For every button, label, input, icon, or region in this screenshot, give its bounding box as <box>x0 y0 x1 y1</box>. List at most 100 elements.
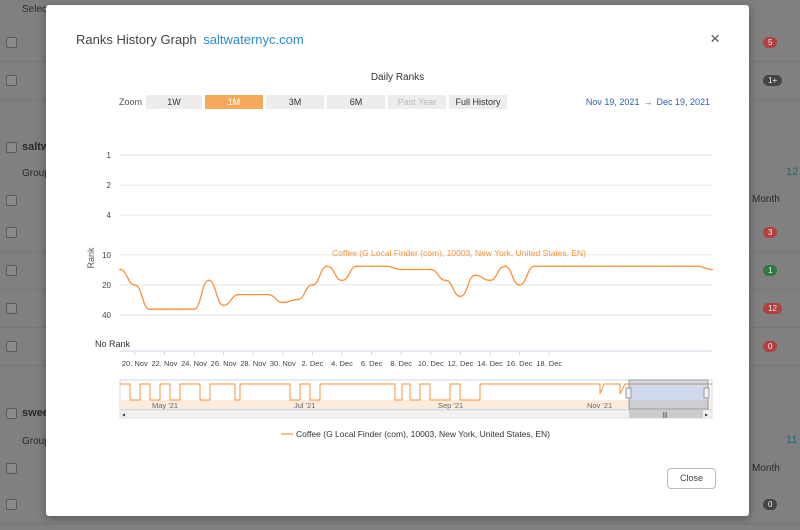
navigator-label: May '21 <box>152 401 178 410</box>
x-tick-label: 28. Nov <box>240 359 266 368</box>
navigator-label: Sep '21 <box>438 401 463 410</box>
bg-month-label: Month <box>752 194 780 205</box>
bg-badge: 1+ <box>763 75 783 86</box>
zoom-1m-button[interactable]: 1M <box>205 95 263 109</box>
arrow-right-icon: → <box>643 97 653 107</box>
zoom-6m-button[interactable]: 6M <box>327 95 385 109</box>
data-point <box>222 304 225 307</box>
range-start-date[interactable]: Nov 19, 2021 <box>586 97 640 107</box>
bg-group-count: 12 <box>786 166 799 178</box>
data-point <box>474 274 477 277</box>
data-point <box>311 284 314 286</box>
y-tick-label: 4 <box>107 211 112 220</box>
zoom-1w-button[interactable]: 1W <box>146 95 202 109</box>
zoom-3m-button[interactable]: 3M <box>266 95 324 109</box>
x-tick-label: 30. Nov <box>270 359 296 368</box>
data-point <box>577 265 580 268</box>
bg-checkbox[interactable] <box>6 75 17 86</box>
x-tick-label: 26. Nov <box>211 359 237 368</box>
data-point <box>681 265 684 268</box>
data-point <box>503 265 506 268</box>
navigator-handle-right <box>703 387 710 399</box>
rank-chart: 1 2 4 10 20 40 Rank No Rank 20. Nov 22. Nov 24.… <box>86 151 713 439</box>
data-point <box>459 295 462 298</box>
chart-title: Daily Ranks <box>370 72 425 83</box>
data-point <box>622 265 625 268</box>
bg-select-label: Selec <box>22 4 48 15</box>
bg-checkbox[interactable] <box>6 195 17 206</box>
x-tick-label: 2. Dec <box>302 359 324 368</box>
modal-title: Ranks History Graph saltwaternyc.com <box>76 32 304 47</box>
data-point <box>237 293 240 296</box>
data-point <box>267 293 269 296</box>
bg-badge: 0 <box>763 341 778 352</box>
bg-checkbox[interactable] <box>6 142 17 153</box>
close-icon[interactable]: × <box>710 30 720 47</box>
data-point <box>429 268 432 271</box>
scroll-right-arrow-icon: ▸ <box>705 413 708 419</box>
no-rank-label: No Rank <box>95 339 131 349</box>
zoom-full-history-button[interactable]: Full History <box>449 95 507 109</box>
navigator-label: Jul '21 <box>294 401 315 410</box>
bg-group-name: swee <box>22 407 49 419</box>
data-point <box>666 265 669 268</box>
series-group: Coffee (G Local Finder (com), 10003, New… <box>119 248 713 311</box>
data-point <box>518 284 521 286</box>
bg-checkbox[interactable] <box>6 37 17 48</box>
bg-checkbox[interactable] <box>6 265 17 276</box>
bg-checkbox[interactable] <box>6 227 17 238</box>
data-point <box>341 279 343 282</box>
data-point <box>207 279 210 282</box>
series-line <box>119 265 713 310</box>
data-point <box>193 308 195 311</box>
y-axis-label: Rank <box>86 247 96 269</box>
data-point <box>163 308 166 311</box>
data-point <box>444 279 447 282</box>
data-point <box>548 265 551 268</box>
data-point <box>133 284 136 286</box>
range-end-date[interactable]: Dec 19, 2021 <box>656 97 710 107</box>
navigator-scroll-grip: ||| <box>663 413 668 419</box>
bg-badge: 12 <box>763 303 782 314</box>
bg-badge: 1 <box>763 265 778 276</box>
x-tick-label: 22. Nov <box>151 359 177 368</box>
bg-badge: 5 <box>763 37 778 48</box>
x-tick-label: 18. Dec <box>536 359 562 368</box>
data-point <box>533 265 536 268</box>
data-point <box>696 265 699 268</box>
close-button[interactable]: Close <box>667 468 716 489</box>
scroll-left-arrow-icon: ◂ <box>122 413 125 419</box>
data-point <box>326 265 329 268</box>
bg-checkbox[interactable] <box>6 303 17 314</box>
modal-title-text: Ranks History Graph <box>76 32 197 47</box>
data-point <box>370 265 373 268</box>
legend-item-label[interactable]: Coffee (G Local Finder (com), 10003, New… <box>296 429 550 439</box>
bg-month-label: Month <box>752 463 780 474</box>
legend[interactable]: Coffee (G Local Finder (com), 10003, New… <box>281 429 550 439</box>
bg-checkbox[interactable] <box>6 408 17 419</box>
bg-checkbox[interactable] <box>6 463 17 474</box>
data-point <box>563 265 565 268</box>
navigator-label: Nov '21 <box>587 401 612 410</box>
bg-checkbox[interactable] <box>6 499 17 510</box>
y-tick-label: 40 <box>102 311 111 320</box>
data-point <box>637 265 639 268</box>
data-point <box>415 268 417 271</box>
navigator-scrollbar <box>119 409 713 419</box>
zoom-past-year-button[interactable]: Past Year <box>388 95 446 109</box>
x-tick-label: 16. Dec <box>507 359 533 368</box>
data-point <box>651 265 654 268</box>
bg-checkbox[interactable] <box>6 341 17 352</box>
bg-group-count: 11 <box>786 434 798 446</box>
y-tick-label: 2 <box>107 181 112 190</box>
x-tick-label: 4. Dec <box>331 359 353 368</box>
data-point <box>489 279 491 282</box>
navigator-handle-left <box>625 387 632 399</box>
date-range: Nov 19, 2021 → Dec 19, 2021 <box>586 97 710 107</box>
y-axis-ticks: 1 2 4 10 20 40 <box>102 151 111 320</box>
data-point <box>592 265 595 268</box>
y-tick-label: 1 <box>107 151 112 160</box>
navigator[interactable]: May '21 Jul '21 Sep '21 Nov '21 ||| ◂ ▸ <box>119 379 713 419</box>
navigator-fill <box>120 400 712 409</box>
site-link[interactable]: saltwaternyc.com <box>203 32 303 47</box>
